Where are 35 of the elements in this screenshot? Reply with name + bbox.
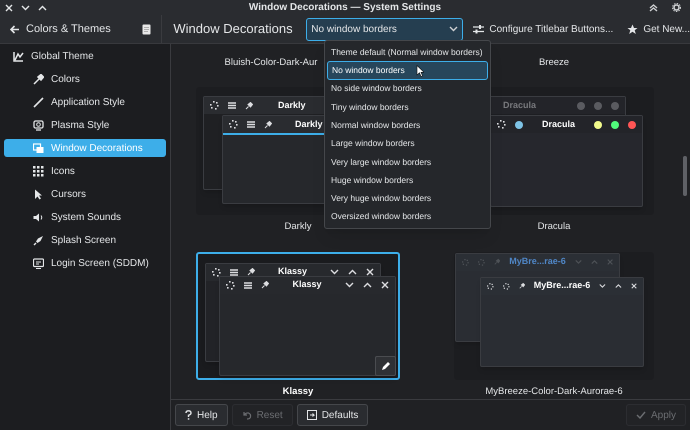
window-title: Window Decorations — System Settings bbox=[248, 1, 442, 15]
decoration-name: Darkly bbox=[284, 220, 312, 234]
decoration-name: Klassy bbox=[282, 384, 314, 398]
preview-window-title: MyBre...rae-6 bbox=[534, 279, 590, 292]
back-button[interactable]: Colors & Themes bbox=[10, 20, 111, 38]
sidebar-item[interactable]: Icons bbox=[4, 162, 166, 180]
decoration-name: Bluish-Color-Dark-Aur bbox=[224, 56, 318, 70]
dropdown-option[interactable]: No window borders bbox=[327, 61, 488, 80]
preview-window-title: Dracula bbox=[502, 99, 538, 112]
decoration-card[interactable]: Klassy Klassy bbox=[196, 252, 400, 380]
preview-window-title: MyBre...rae-6 bbox=[509, 255, 566, 268]
decoration-name: Breeze bbox=[538, 56, 570, 70]
page-title: Window Decorations bbox=[173, 20, 294, 38]
sidebar-item[interactable]: Cursors bbox=[4, 185, 166, 203]
sidebar-item[interactable]: Plasma Style bbox=[4, 116, 166, 134]
sidebar-item[interactable]: Application Style bbox=[4, 93, 166, 111]
decoration-name: Dracula bbox=[538, 220, 570, 234]
dropdown-option[interactable]: Theme default (Normal window borders) bbox=[327, 43, 488, 62]
configure-button[interactable]: Configure Titlebar Buttons... bbox=[473, 22, 614, 36]
preview-window-title: Darkly bbox=[278, 99, 306, 112]
sidebar-item[interactable]: Login Screen (SDDM) bbox=[4, 254, 166, 272]
help-button[interactable]: Help bbox=[175, 404, 228, 426]
sidebar-item[interactable]: Global Theme bbox=[4, 47, 166, 65]
preview-window-title: Klassy bbox=[291, 278, 323, 292]
preview-window-title: Darkly bbox=[295, 118, 323, 131]
preview-window-title: Klassy bbox=[276, 265, 308, 278]
sidebar-item[interactable]: Colors bbox=[4, 70, 166, 88]
decoration-name: MyBreeze-Color-Dark-Aurorae-6 bbox=[485, 384, 623, 398]
decoration-card[interactable]: MyBre...rae-6 MyBre...rae-6 bbox=[454, 252, 654, 380]
sidebar-item[interactable]: Splash Screen bbox=[4, 231, 166, 249]
defaults-button[interactable]: Defaults bbox=[296, 404, 368, 426]
preview-window-title: Dracula bbox=[540, 118, 576, 131]
get-new-button[interactable]: Get New... bbox=[627, 22, 690, 36]
sidebar-item[interactable]: System Sounds bbox=[4, 208, 166, 226]
border-size-dropdown[interactable]: No window borders bbox=[306, 18, 464, 40]
